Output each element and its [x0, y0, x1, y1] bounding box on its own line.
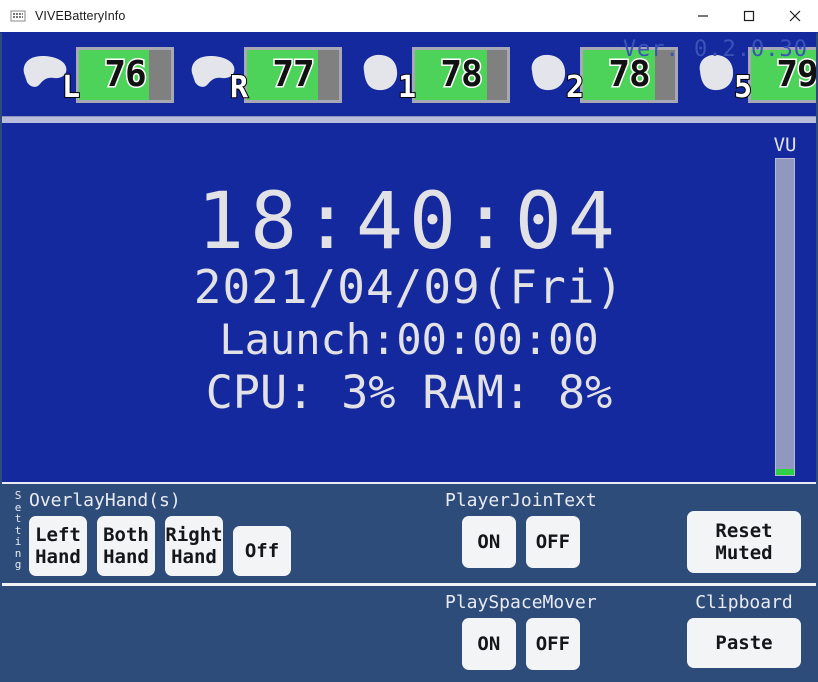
button-line-1: Both — [103, 524, 149, 546]
cpu-ram-stats: CPU: 3% RAM: 8% — [205, 365, 613, 419]
button-row: ON OFF — [461, 516, 580, 568]
device-label: R — [229, 70, 249, 105]
playspacemover-on-button[interactable]: ON — [461, 618, 516, 670]
button-line-2: Hand — [171, 546, 217, 568]
clock-time: 18:40:04 — [197, 176, 621, 267]
battery-gauge: 78 — [412, 47, 510, 103]
button-line-2: Muted — [715, 542, 773, 564]
playerjointext-off-button[interactable]: OFF — [525, 516, 580, 568]
left-hand-button[interactable]: Left Hand — [29, 516, 87, 576]
settings-panel: S e t t i n g OverlayHand(s) Left Hand B… — [2, 482, 816, 680]
group-title: Clipboard — [695, 592, 793, 613]
settings-label-char: g — [14, 558, 22, 571]
playerjointext-on-button[interactable]: ON — [461, 516, 516, 568]
group-title: PlayerJoinText — [445, 490, 597, 511]
title-bar: VIVEBatteryInfo — [0, 0, 818, 32]
right-hand-button[interactable]: Right Hand — [165, 516, 223, 576]
group-playerjointext: PlayerJoinText ON OFF — [445, 490, 597, 568]
reset-muted-button[interactable]: Reset Muted — [687, 511, 801, 573]
battery-percent: 77 — [271, 54, 316, 95]
group-clipboard: Clipboard Paste — [687, 592, 801, 668]
controller-icon: L — [18, 49, 81, 104]
settings-label-char: S — [14, 489, 22, 502]
group-overlayhands: OverlayHand(s) Left Hand Both Hand Right — [29, 490, 291, 576]
device-battery: 1 78 — [354, 47, 510, 104]
strip-separator — [2, 116, 816, 123]
button-line-1: OFF — [535, 633, 571, 655]
button-row: Reset Muted — [687, 511, 801, 573]
group-playspacemover: PlaySpaceMover ON OFF — [445, 592, 597, 670]
overlayhands-off-button[interactable]: Off — [233, 526, 291, 576]
button-line-2: Hand — [35, 546, 81, 568]
button-line-2: Hand — [103, 546, 149, 568]
settings-row-2: PlaySpaceMover ON OFF Clipboard Paste — [2, 583, 816, 680]
button-row: ON OFF — [461, 618, 580, 670]
vu-track — [775, 158, 795, 476]
battery-gauge: 76 — [76, 47, 174, 103]
button-line-1: Paste — [715, 632, 773, 654]
device-label: L — [61, 70, 81, 105]
playspacemover-off-button[interactable]: OFF — [525, 618, 580, 670]
window-controls — [680, 0, 818, 31]
tracker-icon: 2 — [522, 49, 585, 104]
battery-strip: L 76 R 77 1 78 2 78 5 79 Ver. 0.2.0.30 — [2, 34, 816, 116]
controller-icon: R — [186, 49, 249, 104]
device-battery: L 76 — [18, 47, 174, 104]
both-hand-button[interactable]: Both Hand — [97, 516, 155, 576]
battery-percent: 79 — [775, 54, 818, 95]
minimize-button[interactable] — [680, 0, 726, 31]
app-window: VIVEBatteryInfo L 76 R 77 1 78 2 78 5 79… — [0, 0, 818, 682]
button-line-1: ON — [477, 633, 501, 655]
group-title: OverlayHand(s) — [29, 490, 181, 511]
vu-label: VU — [773, 134, 797, 156]
button-row: Paste — [687, 618, 801, 668]
button-line-1: ON — [477, 531, 501, 553]
settings-section-label: S e t t i n g — [8, 490, 28, 571]
battery-gauge: 77 — [244, 47, 342, 103]
button-line-1: Right — [165, 524, 223, 546]
button-line-1: Left — [35, 524, 81, 546]
clock-date: 2021/04/09(Fri) — [193, 259, 625, 314]
vu-level — [776, 468, 794, 475]
paste-button[interactable]: Paste — [687, 618, 801, 668]
settings-row-1: S e t t i n g OverlayHand(s) Left Hand B… — [2, 484, 816, 583]
maximize-button[interactable] — [726, 0, 772, 31]
settings-label-char: t — [14, 512, 22, 525]
app-body: L 76 R 77 1 78 2 78 5 79 Ver. 0.2.0.30 1… — [0, 32, 818, 682]
button-line-1: Off — [244, 540, 280, 562]
button-row: Left Hand Both Hand Right Hand Off — [29, 516, 291, 576]
device-label: 1 — [397, 70, 417, 105]
settings-label-char: i — [14, 535, 22, 548]
window-title: VIVEBatteryInfo — [35, 8, 126, 23]
clock-panel: 18:40:04 2021/04/09(Fri) Launch:00:00:00… — [2, 123, 816, 482]
group-title: PlaySpaceMover — [445, 592, 597, 613]
device-label: 2 — [565, 70, 585, 105]
device-label: 5 — [733, 70, 753, 105]
button-line-1: Reset — [715, 520, 773, 542]
launch-timer: Launch:00:00:00 — [219, 314, 599, 364]
device-battery: R 77 — [186, 47, 342, 104]
app-icon — [10, 8, 26, 24]
vu-meter: VU — [774, 135, 796, 476]
battery-percent: 76 — [103, 54, 148, 95]
battery-percent: 78 — [607, 54, 652, 95]
group-reset-muted: Reset Muted — [687, 511, 801, 573]
tracker-icon: 1 — [354, 49, 417, 104]
battery-percent: 78 — [439, 54, 484, 95]
close-button[interactable] — [772, 0, 818, 31]
button-line-1: OFF — [535, 531, 571, 553]
